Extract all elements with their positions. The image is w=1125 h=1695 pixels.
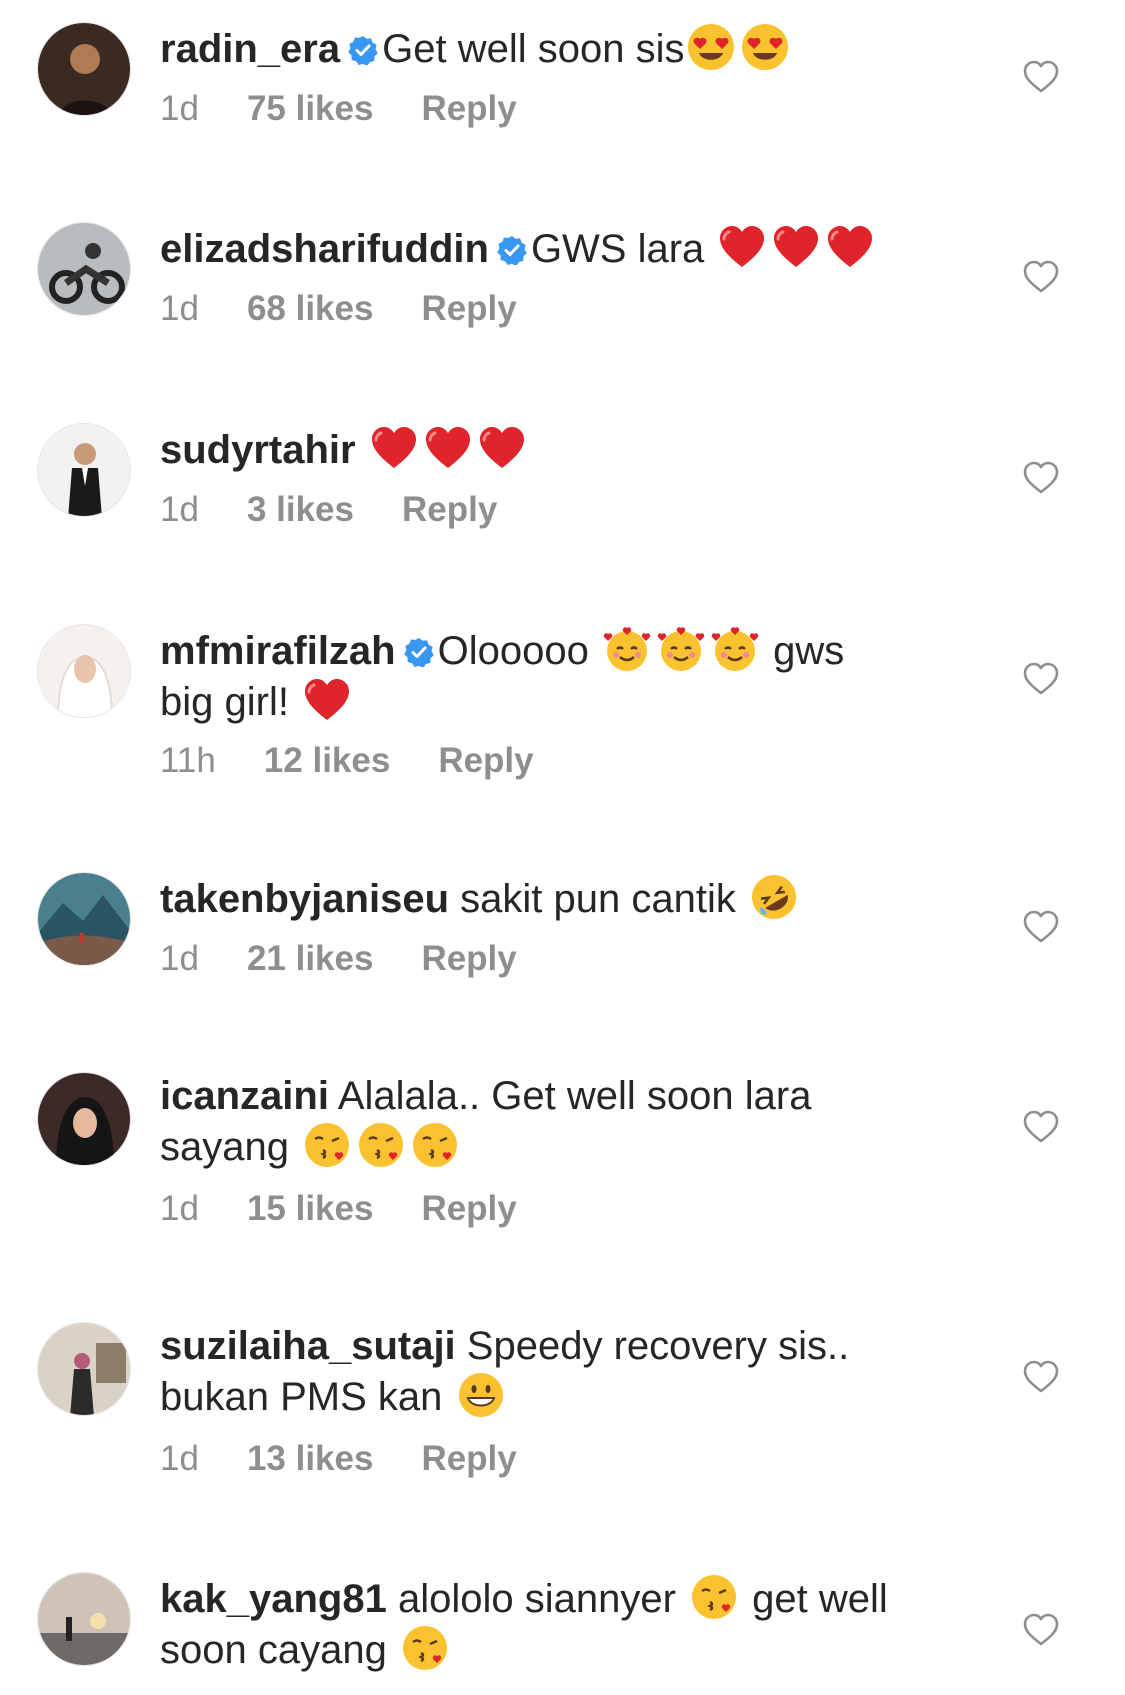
- red-heart-emoji: [369, 423, 419, 473]
- heart-outline-icon[interactable]: [1021, 659, 1061, 699]
- comment-text: suzilaiha_sutaji Speedy recovery sis.. bu…: [160, 1322, 960, 1421]
- comment-meta: 1d 13 likes Reply: [160, 1439, 565, 1479]
- verified-badge-icon: [497, 235, 527, 265]
- comment-body: Get well soon sis: [382, 27, 685, 71]
- smiling-face-with-hearts-emoji: [602, 624, 652, 674]
- heart-outline-icon[interactable]: [1021, 57, 1061, 97]
- comment-body: Speedy recovery sis..: [466, 1324, 850, 1368]
- comment-meta: 1d 3 likes Reply: [160, 490, 545, 530]
- verified-badge-icon: [404, 637, 434, 667]
- comment-text: mfmirafilzah Olooooo gws big girl!: [160, 624, 960, 726]
- smiling-face-with-hearts-emoji: [656, 624, 706, 674]
- heart-eyes-emoji: [740, 22, 790, 72]
- face-blowing-kiss-emoji: [302, 1120, 352, 1170]
- heart-outline-icon[interactable]: [1021, 458, 1061, 498]
- comment-time: 1d: [160, 1439, 199, 1478]
- comment-body: Olooooo: [437, 629, 600, 673]
- avatar[interactable]: [37, 22, 131, 116]
- heart-outline-icon[interactable]: [1021, 907, 1061, 947]
- likes-count[interactable]: 68 likes: [247, 289, 374, 328]
- comment-body-line2: sayang: [160, 1125, 301, 1169]
- comment-text: sudyrtahir: [160, 423, 960, 474]
- likes-count[interactable]: 13 likes: [247, 1439, 374, 1478]
- comment-text: icanzaini Alalala.. Get well soon lara sa…: [160, 1072, 960, 1171]
- likes-count[interactable]: 15 likes: [247, 1189, 374, 1228]
- comment-body: get well: [741, 1577, 888, 1621]
- grinning-face-emoji: [456, 1370, 506, 1420]
- face-blowing-kiss-emoji: [410, 1120, 460, 1170]
- reply-button[interactable]: Reply: [421, 89, 516, 128]
- likes-count[interactable]: 75 likes: [247, 89, 374, 128]
- comment-time: 1d: [160, 89, 199, 128]
- likes-count[interactable]: 3 likes: [247, 490, 354, 529]
- red-heart-emoji: [771, 222, 821, 272]
- comment-body: alololo siannyer: [397, 1577, 688, 1621]
- face-blowing-kiss-emoji: [400, 1623, 450, 1673]
- reply-button[interactable]: Reply: [421, 1189, 516, 1228]
- heart-eyes-emoji: [686, 22, 736, 72]
- comment-meta: 1d 68 likes Reply: [160, 289, 565, 329]
- comment-body: gws: [761, 629, 845, 673]
- reply-button[interactable]: Reply: [421, 939, 516, 978]
- comment-text: kak_yang81 alololo siannyer get well soon…: [160, 1572, 960, 1674]
- red-heart-emoji: [423, 423, 473, 473]
- heart-outline-icon[interactable]: [1021, 1107, 1061, 1147]
- reply-button[interactable]: Reply: [421, 1439, 516, 1478]
- red-heart-emoji: [302, 675, 352, 725]
- likes-count[interactable]: 21 likes: [247, 939, 374, 978]
- comment-body: sakit pun cantik: [460, 877, 747, 921]
- reply-button[interactable]: Reply: [402, 490, 497, 529]
- comment-text: elizadsharifuddin GWS lara: [160, 222, 960, 273]
- heart-outline-icon[interactable]: [1021, 1357, 1061, 1397]
- avatar[interactable]: [37, 222, 131, 316]
- rolling-laughing-emoji: [749, 872, 799, 922]
- username[interactable]: kak_yang81: [160, 1577, 387, 1621]
- username[interactable]: sudyrtahir: [160, 428, 356, 472]
- comment-body-line2: big girl!: [160, 680, 301, 724]
- comment-time: 11h: [160, 741, 216, 780]
- comment-time: 1d: [160, 490, 199, 529]
- heart-outline-icon[interactable]: [1021, 1610, 1061, 1650]
- smiling-face-with-hearts-emoji: [710, 624, 760, 674]
- avatar[interactable]: [37, 1072, 131, 1166]
- username[interactable]: mfmirafilzah: [160, 629, 396, 673]
- avatar[interactable]: [37, 624, 131, 718]
- avatar[interactable]: [37, 1322, 131, 1416]
- comment-body-line2: soon cayang: [160, 1628, 398, 1672]
- comment-meta: 1d 21 likes Reply: [160, 939, 565, 979]
- comment-text: takenbyjaniseu sakit pun cantik: [160, 872, 960, 923]
- comment-meta: 1d 15 likes Reply: [160, 1189, 565, 1229]
- comment-meta: 1d 75 likes Reply: [160, 89, 565, 129]
- username[interactable]: elizadsharifuddin: [160, 227, 489, 271]
- username[interactable]: suzilaiha_sutaji: [160, 1324, 456, 1368]
- comment-text: radin_era Get well soon sis: [160, 22, 960, 73]
- comment-body: GWS lara: [530, 227, 716, 271]
- username[interactable]: takenbyjaniseu: [160, 877, 449, 921]
- verified-badge-icon: [348, 35, 378, 65]
- comment-time: 1d: [160, 939, 199, 978]
- username[interactable]: radin_era: [160, 27, 340, 71]
- red-heart-emoji: [717, 222, 767, 272]
- username[interactable]: icanzaini: [160, 1074, 329, 1118]
- reply-button[interactable]: Reply: [438, 741, 533, 780]
- comment-time: 1d: [160, 289, 199, 328]
- red-heart-emoji: [825, 222, 875, 272]
- avatar[interactable]: [37, 423, 131, 517]
- face-blowing-kiss-emoji: [356, 1120, 406, 1170]
- avatar[interactable]: [37, 1572, 131, 1666]
- reply-button[interactable]: Reply: [421, 289, 516, 328]
- red-heart-emoji: [477, 423, 527, 473]
- comment-body: Alalala.. Get well soon lara: [337, 1074, 812, 1118]
- heart-outline-icon[interactable]: [1021, 257, 1061, 297]
- comment-meta: 11h 12 likes Reply: [160, 741, 582, 781]
- avatar[interactable]: [37, 872, 131, 966]
- comment-time: 1d: [160, 1189, 199, 1228]
- comment-body-line2: bukan PMS kan: [160, 1375, 454, 1419]
- face-blowing-kiss-emoji: [689, 1572, 739, 1622]
- likes-count[interactable]: 12 likes: [264, 741, 391, 780]
